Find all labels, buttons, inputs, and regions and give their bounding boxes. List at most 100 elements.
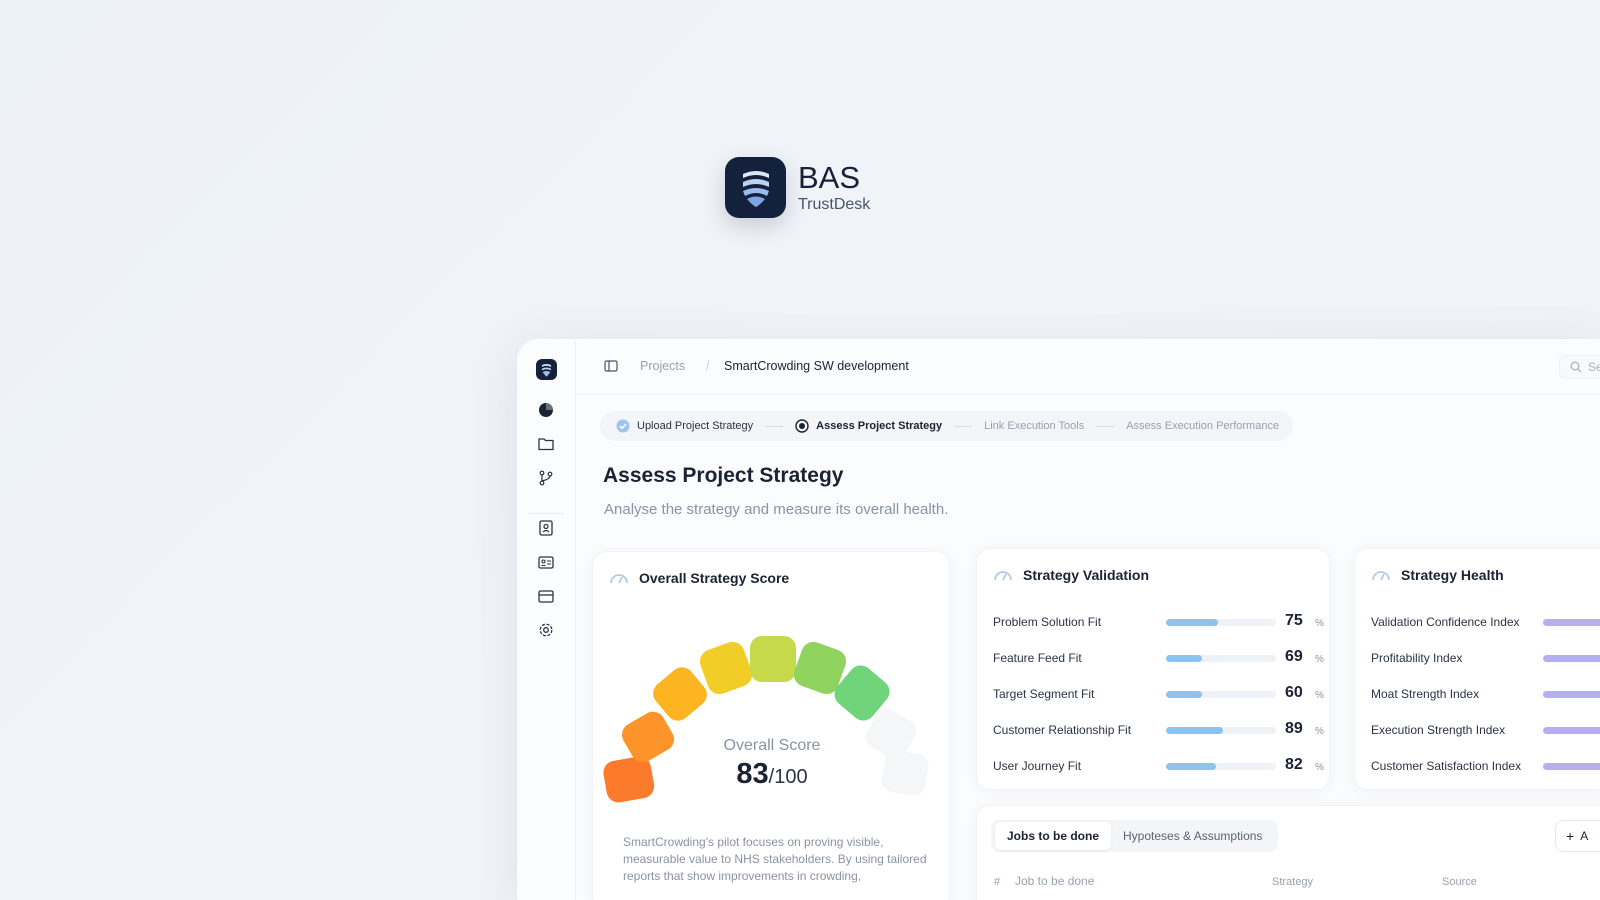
tab-jobs-to-be-done[interactable]: Jobs to be done [995,822,1112,850]
validation-row: User Journey Fit 82% [993,756,1333,777]
step-label: Link Execution Tools [984,420,1085,432]
brand-subtitle: TrustDesk [798,195,871,213]
row-label: Problem Solution Fit [993,615,1102,629]
row-label: Target Segment Fit [993,687,1095,701]
card-header: Strategy Health [1371,567,1504,583]
step-connector [765,425,784,427]
score-description: SmartCrowding's pilot focuses on proving… [623,835,927,883]
step-upload[interactable]: Upload Project Strategy [616,419,753,433]
jobs-tabs: Jobs to be done Hypoteses & Assumptions [991,820,1279,852]
health-bar [1543,691,1600,698]
breadcrumb-projects[interactable]: Projects [640,359,685,373]
col-job: Job to be done [1015,874,1095,888]
row-label: Feature Feed Fit [993,651,1082,665]
overall-score-card: Overall Strategy Score Overall Score 83/… [592,551,950,900]
card-header: Strategy Validation [993,567,1149,583]
health-row: Moat Strength Index [1371,687,1600,705]
progress-fill [1166,727,1224,734]
progress-bar [1166,655,1276,662]
settings-gear-icon[interactable] [537,621,555,639]
validation-row: Target Segment Fit 60% [993,684,1333,705]
card-header: Overall Strategy Score [609,570,789,586]
dashboard-pie-icon[interactable] [537,401,555,419]
row-label: Moat Strength Index [1371,687,1480,701]
col-strategy: Strategy [1272,876,1313,888]
progress-stepper: Upload Project Strategy Assess Project S… [600,411,1293,441]
card-title: Strategy Validation [1023,567,1150,583]
icon-rail [517,339,576,900]
active-step-icon [795,419,809,433]
check-circle-icon [616,419,630,433]
strategy-validation-card: Strategy Validation Problem Solution Fit… [976,548,1330,790]
strategy-health-card: Strategy Health Validation Confidence In… [1354,548,1600,790]
row-unit: % [1315,618,1324,629]
app-logo-icon[interactable] [536,359,557,380]
search-icon [1570,361,1582,373]
row-value: 75 [1285,612,1303,629]
folder-icon[interactable] [537,435,555,453]
id-card-icon[interactable] [537,553,555,571]
row-value: 60 [1285,684,1303,701]
card-title: Overall Strategy Score [639,570,790,586]
gauge-segment [699,641,753,695]
app-window: Projects / SmartCrowding SW development … [517,339,1600,900]
score-label: Overall Score [723,737,821,754]
add-button[interactable]: + A [1555,820,1600,852]
brand-name: BAS [798,159,861,195]
progress-bar [1166,691,1276,698]
row-unit: % [1315,762,1324,773]
health-bar [1543,763,1600,770]
card-title: Strategy Health [1401,567,1504,583]
breadcrumb-separator: / [706,359,710,373]
score-number: 83 [736,758,769,790]
step-connector [1096,425,1115,427]
progress-bar [1166,727,1276,734]
col-number: # [994,876,1001,888]
row-unit: % [1315,726,1324,737]
step-label: Assess Project Strategy [816,420,943,432]
sidebar-toggle-icon[interactable] [604,359,618,377]
jobs-card: Jobs to be done Hypoteses & Assumptions … [976,805,1600,900]
score-value: 83/100 [593,758,951,791]
progress-fill [1166,619,1218,626]
plus-icon: + [1566,828,1575,844]
validation-row: Customer Relationship Fit 89% [993,720,1333,741]
score-max: /100 [768,766,808,788]
row-unit: % [1315,654,1324,665]
shield-logo-icon [725,157,786,218]
branch-icon[interactable] [537,469,555,487]
progress-fill [1166,763,1216,770]
health-row: Customer Satisfaction Index [1371,759,1600,777]
row-label: Profitability Index [1371,651,1463,665]
step-connector [954,425,973,427]
contact-book-icon[interactable] [537,519,555,537]
gauge-icon [994,571,1012,581]
step-assess-strategy[interactable]: Assess Project Strategy [795,419,942,433]
top-bar: Projects / SmartCrowding SW development … [576,339,1600,395]
validation-row: Feature Feed Fit 69% [993,648,1333,669]
gauge-icon [610,574,628,584]
credit-card-icon[interactable] [537,587,555,605]
health-row: Profitability Index [1371,651,1600,669]
row-label: Customer Satisfaction Index [1371,759,1522,773]
add-button-label: A [1580,829,1589,843]
health-row: Execution Strength Index [1371,723,1600,741]
search-field[interactable]: Search [1559,355,1600,379]
health-bar [1543,727,1600,734]
step-link-tools[interactable]: Link Execution Tools [984,420,1084,432]
col-source: Source [1442,876,1477,888]
row-unit: % [1315,690,1324,701]
row-label: User Journey Fit [993,759,1082,773]
step-assess-execution[interactable]: Assess Execution Performance [1126,420,1279,432]
progress-bar [1166,763,1276,770]
step-label: Assess Execution Performance [1126,420,1280,432]
health-bar [1543,619,1600,626]
progress-bar [1166,619,1276,626]
row-label: Execution Strength Index [1371,723,1506,737]
tab-hypotheses[interactable]: Hypoteses & Assumptions [1111,822,1274,850]
page-subtitle: Analyse the strategy and measure its ove… [604,501,949,518]
step-label: Upload Project Strategy [637,420,754,432]
breadcrumb-current: SmartCrowding SW development [724,359,909,373]
brand-text: BAS TrustDesk [798,159,871,214]
validation-row: Problem Solution Fit 75% [993,612,1333,633]
